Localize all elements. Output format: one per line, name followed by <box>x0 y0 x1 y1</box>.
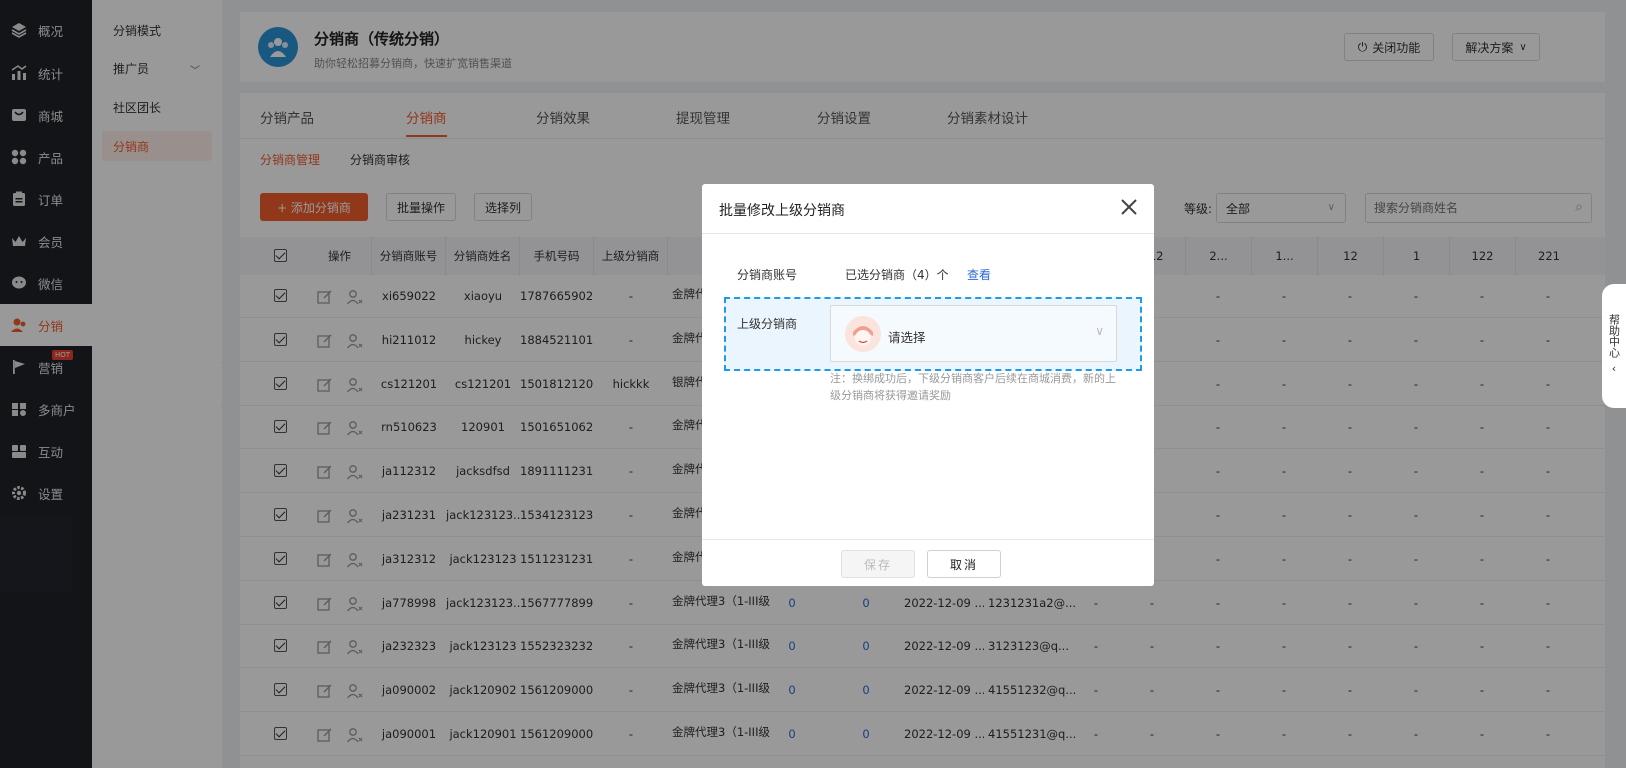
parent-distributor-select[interactable]: 请选择 ∨ <box>830 305 1117 362</box>
account-label: 分销商账号 <box>737 268 798 282</box>
select-placeholder: 请选择 <box>888 330 926 345</box>
view-selected-link[interactable]: 查看 <box>967 266 991 283</box>
avatar <box>845 316 881 352</box>
rebind-note: 注：换绑成功后，下级分销商客户后续在商城消费，新的上级分销商将获得邀请奖励 <box>830 372 1116 402</box>
batch-edit-parent-modal: 批量修改上级分销商 分销商账号 已选分销商（4）个 查看 上级分销商 请选择 ∨… <box>702 184 1154 586</box>
parent-label: 上级分销商 <box>737 317 798 331</box>
help-center-tab[interactable]: 帮助中心 ‹ <box>1602 284 1626 408</box>
cancel-button[interactable]: 取消 <box>927 550 1001 578</box>
help-center-label: 帮助中心 <box>1607 314 1621 358</box>
modal-footer-divider <box>702 539 1154 540</box>
chevron-left-icon: ‹ <box>1611 362 1617 375</box>
chevron-down-icon: ∨ <box>1095 324 1104 338</box>
modal-header-divider <box>702 233 1154 234</box>
selected-count-text: 已选分销商（4）个 <box>845 268 949 282</box>
modal-title: 批量修改上级分销商 <box>719 203 845 219</box>
save-button[interactable]: 保存 <box>841 550 915 578</box>
close-icon[interactable] <box>1118 196 1140 218</box>
